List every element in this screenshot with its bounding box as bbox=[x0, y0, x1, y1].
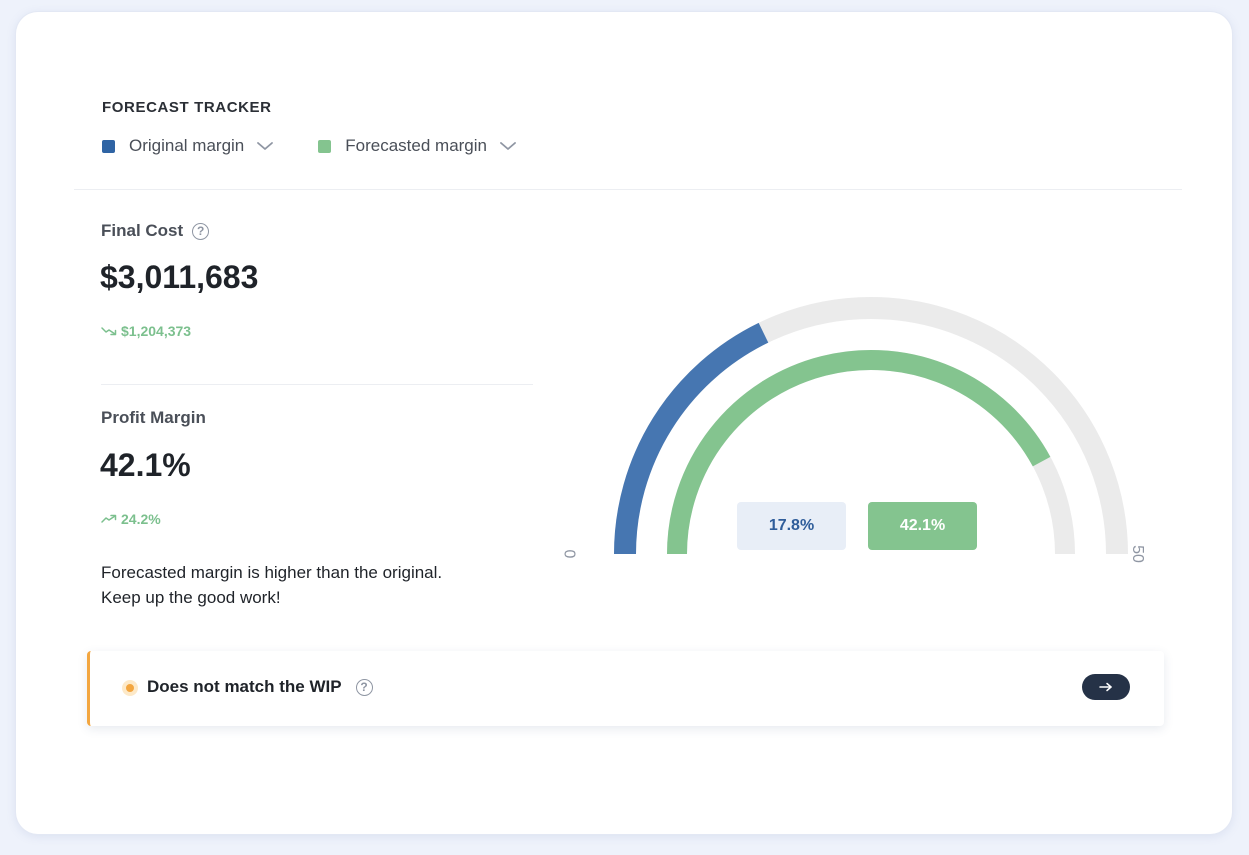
legend-original-margin-dropdown[interactable]: Original margin bbox=[102, 136, 274, 156]
wip-alert-row: Does not match the WIP ? bbox=[147, 677, 373, 697]
final-cost-label: Final Cost bbox=[101, 221, 184, 240]
profit-margin-delta: 24.2% bbox=[101, 511, 161, 527]
legend-original-label: Original margin bbox=[129, 136, 245, 155]
section-divider bbox=[101, 384, 533, 385]
warning-dot-icon bbox=[122, 680, 138, 696]
original-margin-badge: 17.8% bbox=[737, 502, 846, 550]
chevron-down-icon bbox=[500, 142, 516, 150]
wip-alert-open-button[interactable] bbox=[1082, 674, 1130, 700]
legend-forecasted-margin-dropdown[interactable]: Forecasted margin bbox=[318, 136, 517, 156]
final-cost-delta-value: $1,204,373 bbox=[121, 323, 192, 339]
final-cost-delta: $1,204,373 bbox=[101, 323, 191, 339]
arrow-right-icon bbox=[1099, 682, 1112, 692]
trend-down-icon bbox=[101, 327, 117, 336]
gauge-min-label: 0 bbox=[560, 549, 578, 559]
card-title: FORECAST TRACKER bbox=[102, 99, 272, 116]
header-divider bbox=[74, 189, 1182, 190]
margin-message: Forecasted margin is higher than the ori… bbox=[101, 560, 442, 610]
profit-margin-delta-value: 24.2% bbox=[121, 511, 161, 527]
chevron-down-icon bbox=[257, 142, 274, 150]
profit-margin-label: Profit Margin bbox=[101, 408, 206, 427]
forecast-tracker-card: FORECAST TRACKER Original margin Forecas… bbox=[16, 12, 1232, 834]
wip-alert-text: Does not match the WIP bbox=[147, 677, 342, 696]
profit-margin-label-row: Profit Margin bbox=[101, 408, 206, 428]
margin-message-line-1: Forecasted margin is higher than the ori… bbox=[101, 563, 443, 582]
original-margin-swatch bbox=[102, 139, 115, 153]
help-icon[interactable]: ? bbox=[192, 222, 210, 240]
margin-message-line-2: Keep up the good work! bbox=[101, 588, 281, 607]
gauge-max-label: 50 bbox=[1128, 545, 1146, 563]
wip-alert: Does not match the WIP ? bbox=[87, 651, 1164, 726]
legend: Original margin Forecasted margin bbox=[102, 136, 561, 156]
profit-margin-value: 42.1% bbox=[100, 447, 191, 483]
forecasted-margin-swatch bbox=[318, 139, 332, 153]
help-icon[interactable]: ? bbox=[355, 678, 373, 696]
final-cost-label-row: Final Cost ? bbox=[101, 221, 210, 241]
legend-forecasted-label: Forecasted margin bbox=[345, 136, 487, 155]
margin-gauge bbox=[614, 297, 1128, 555]
final-cost-value: $3,011,683 bbox=[100, 259, 259, 295]
trend-up-icon bbox=[101, 514, 117, 523]
gauge-forecasted-arc bbox=[667, 350, 1051, 555]
forecasted-margin-badge: 42.1% bbox=[868, 502, 977, 550]
